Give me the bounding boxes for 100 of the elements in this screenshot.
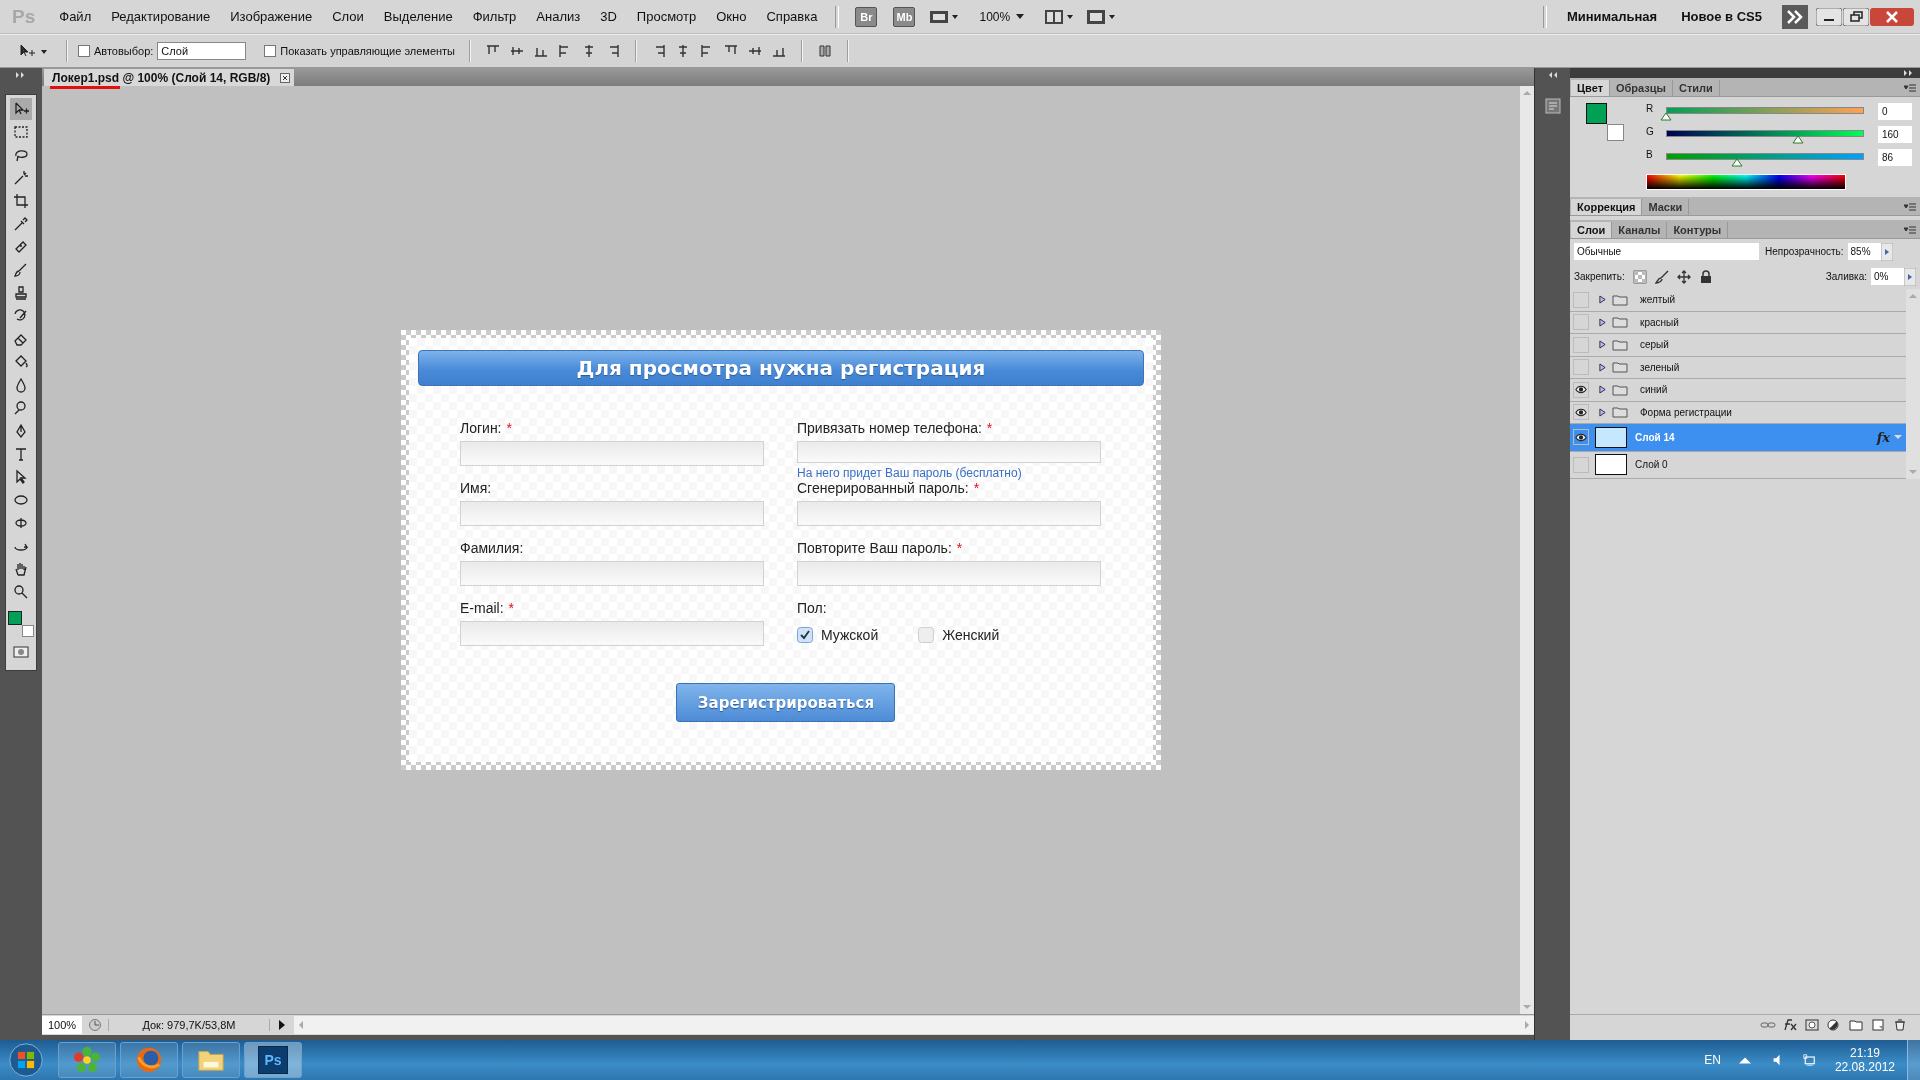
caret-icon[interactable] xyxy=(1016,13,1025,20)
chevron-icon[interactable] xyxy=(1782,4,1808,29)
menu-item[interactable]: Файл xyxy=(49,9,102,24)
workspace-button[interactable]: Минимальная xyxy=(1554,9,1670,24)
stamp-icon[interactable] xyxy=(13,285,29,301)
expand-triangle-icon[interactable] xyxy=(1599,407,1606,417)
visibility-toggle[interactable] xyxy=(1573,429,1589,446)
text-field[interactable] xyxy=(460,501,764,526)
brush-icon[interactable] xyxy=(13,262,29,278)
auto-align-icon[interactable] xyxy=(817,43,834,59)
checkbox[interactable] xyxy=(78,45,90,57)
rotate-3d-icon[interactable] xyxy=(13,515,29,531)
text-field[interactable] xyxy=(797,441,1101,463)
foreground-swatch[interactable] xyxy=(8,611,22,625)
close-icon[interactable] xyxy=(1870,7,1914,26)
panel-tab[interactable]: Образцы xyxy=(1610,80,1673,96)
expand-triangle-icon[interactable] xyxy=(1599,340,1606,350)
color-spectrum[interactable] xyxy=(1646,174,1846,190)
text-field[interactable] xyxy=(460,441,764,466)
text-field[interactable] xyxy=(797,561,1101,586)
opacity-field[interactable]: 85% xyxy=(1847,243,1881,260)
zoom-field[interactable]: 100% xyxy=(41,1016,82,1034)
menu-item[interactable]: Редактирование xyxy=(101,9,221,24)
taskbar-button[interactable] xyxy=(120,1042,178,1078)
move-tool-icon[interactable] xyxy=(18,43,48,59)
mask-icon[interactable] xyxy=(1804,1019,1820,1031)
checkbox[interactable] xyxy=(264,45,277,57)
zoom-dropdown[interactable]: 100% xyxy=(979,9,1011,24)
slider-thumb[interactable] xyxy=(1791,135,1804,144)
screen-mode-icon[interactable] xyxy=(1086,8,1117,25)
move-icon[interactable] xyxy=(13,101,29,117)
start-button[interactable] xyxy=(8,1042,44,1078)
folder-icon[interactable] xyxy=(1848,1019,1864,1031)
history-icon[interactable] xyxy=(1542,96,1563,116)
dodge-icon[interactable] xyxy=(13,400,29,416)
adjustment-icon[interactable] xyxy=(1826,1019,1842,1031)
history-brush-icon[interactable] xyxy=(13,308,29,324)
clock-time[interactable]: 21:19 xyxy=(1849,1046,1880,1060)
menu-item[interactable]: Просмотр xyxy=(626,9,707,24)
layer-row[interactable]: синий xyxy=(1570,379,1906,402)
panel-tab[interactable]: Маски xyxy=(1642,199,1690,215)
eyedropper-icon[interactable] xyxy=(13,216,29,232)
zoom-icon[interactable] xyxy=(13,584,29,600)
minimize-icon[interactable] xyxy=(1816,7,1842,26)
background-swatch[interactable] xyxy=(22,625,34,637)
channel-value-field[interactable]: 0 xyxy=(1878,103,1912,120)
menu-item[interactable]: Справка xyxy=(756,9,828,24)
lock-pixels-icon[interactable] xyxy=(1632,269,1647,284)
layer-row[interactable]: желтый xyxy=(1570,289,1906,312)
wand-icon[interactable] xyxy=(13,170,29,186)
status-icon[interactable] xyxy=(87,1018,102,1032)
move-icon[interactable] xyxy=(1676,269,1691,284)
effects-icon[interactable] xyxy=(1782,1019,1798,1031)
layer-row[interactable]: красный xyxy=(1570,311,1906,335)
text-field[interactable] xyxy=(460,561,764,586)
quick-mask-icon[interactable] xyxy=(13,644,29,660)
taskbar-button[interactable] xyxy=(182,1042,240,1078)
visibility-toggle[interactable] xyxy=(1573,314,1589,331)
drop-icon[interactable] xyxy=(13,377,29,393)
link-icon[interactable] xyxy=(1760,1019,1776,1031)
arrow-icon[interactable] xyxy=(13,469,29,485)
marquee-icon[interactable] xyxy=(13,124,29,140)
play-icon[interactable] xyxy=(277,1020,286,1030)
blend-mode-dropdown[interactable]: Обычные xyxy=(1574,243,1759,260)
fill-field[interactable]: 0% xyxy=(1871,268,1904,285)
panel-tab[interactable]: Коррекция xyxy=(1571,199,1643,215)
channel-value-field[interactable]: 160 xyxy=(1878,126,1912,143)
taskbar-button[interactable]: Ps xyxy=(244,1042,302,1078)
menu-item[interactable]: Изображение xyxy=(220,9,323,24)
foreground-swatch[interactable] xyxy=(1586,103,1607,124)
type-tool-icon[interactable] xyxy=(13,446,29,462)
visibility-toggle[interactable] xyxy=(1573,381,1589,398)
checkbox[interactable] xyxy=(797,627,813,643)
background-swatch[interactable] xyxy=(1607,124,1624,141)
arrange-icon[interactable] xyxy=(1044,8,1075,25)
network-icon[interactable] xyxy=(1802,1054,1815,1066)
menu-item[interactable]: 3D xyxy=(590,9,627,24)
layer-row[interactable]: Слой 0 xyxy=(1570,451,1906,480)
bandage-icon[interactable] xyxy=(13,239,29,255)
layer-row[interactable]: зеленый xyxy=(1570,356,1906,380)
panel-menu-icon[interactable] xyxy=(1904,203,1916,211)
expand-triangle-icon[interactable] xyxy=(1599,362,1606,372)
workspace-button[interactable]: Новое в CS5 xyxy=(1669,9,1774,24)
expand-icon[interactable] xyxy=(1904,70,1914,76)
visibility-toggle[interactable] xyxy=(1573,404,1589,421)
new-layer-icon[interactable] xyxy=(1870,1019,1886,1031)
bucket-icon[interactable] xyxy=(13,354,29,370)
hand-icon[interactable] xyxy=(13,561,29,577)
text-field[interactable] xyxy=(797,501,1101,526)
effects-label[interactable]: fx xyxy=(1876,429,1890,445)
expand-triangle-icon[interactable] xyxy=(1599,317,1606,327)
collapse-icon[interactable] xyxy=(1547,72,1558,78)
text-field[interactable] xyxy=(460,621,764,646)
expand-triangle-icon[interactable] xyxy=(1599,295,1606,305)
language-indicator[interactable]: EN xyxy=(1704,1053,1721,1067)
visibility-toggle[interactable] xyxy=(1573,456,1589,473)
layer-row[interactable]: серый xyxy=(1570,334,1906,357)
panel-tab[interactable]: Стили xyxy=(1672,80,1720,96)
panel-menu-icon[interactable] xyxy=(1904,84,1916,92)
panel-tab[interactable]: Контуры xyxy=(1667,222,1729,238)
